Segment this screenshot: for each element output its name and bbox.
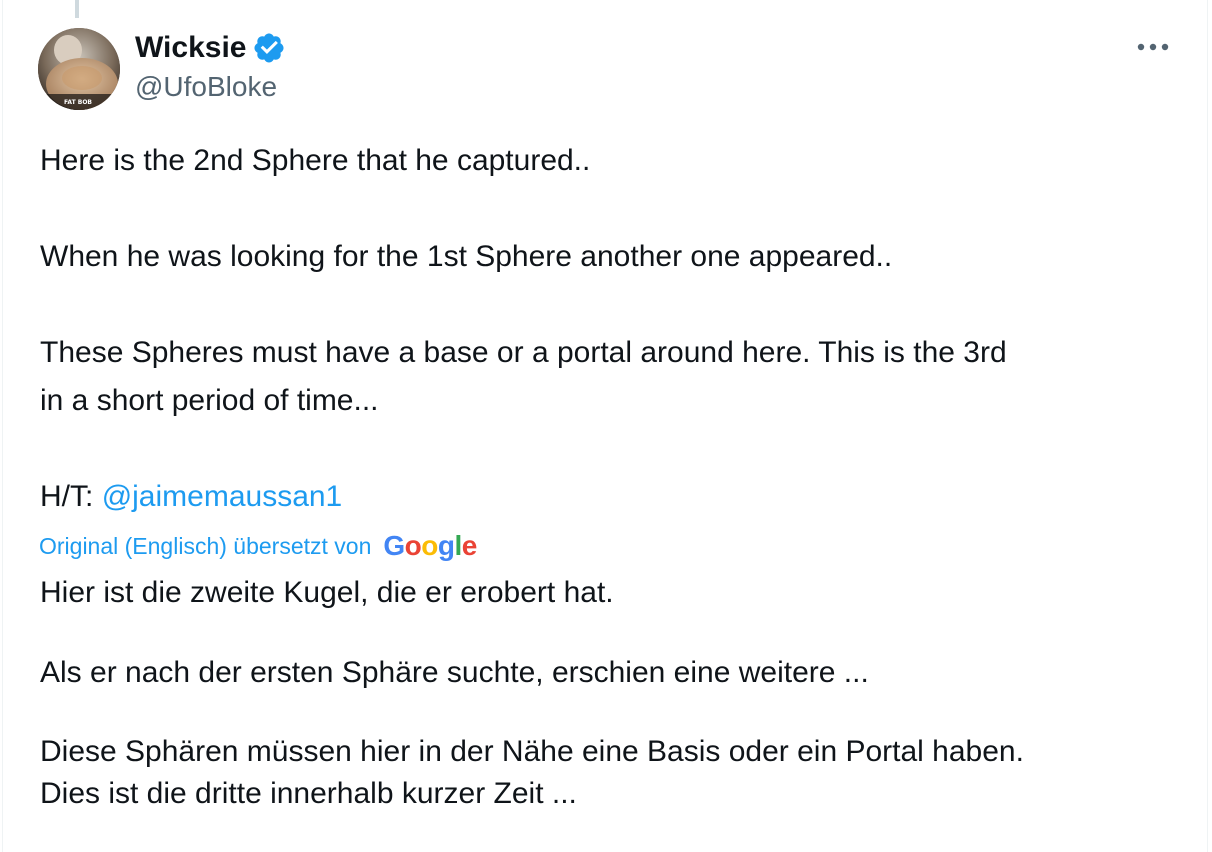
avatar-image: FAT BOB [38,28,120,110]
google-logo-letter: g [437,530,455,561]
translated-text-line: Diese Sphären müssen hier in der Nähe ei… [40,735,1024,768]
card-left-border [2,0,3,852]
hat-tip-line: H/T: @jaimemaussan1 [40,474,1180,520]
thread-connector-line [75,0,79,18]
google-logo-letter: o [404,530,422,561]
google-logo-letter: e [461,530,478,561]
tweet-text-line: Here is the 2nd Sphere that he captured.… [40,144,591,177]
google-logo: Google [383,530,478,562]
translated-text-line: Dies ist die dritte innerhalb kurzer Zei… [40,777,577,810]
card-right-border [1207,0,1208,852]
google-logo-letter: o [421,530,438,561]
mention-link[interactable]: @jaimemaussan1 [102,480,343,513]
translated-text-line: Hier ist die zweite Kugel, die er erober… [40,576,614,609]
verified-badge-icon[interactable] [252,31,286,65]
tweet-card: FAT BOB Wicksie @UfoBloke Here is the 2n… [0,0,1212,852]
author-display-name[interactable]: Wicksie [135,30,246,66]
translation-label[interactable]: Original (Englisch) übersetzt von [39,533,371,560]
translation-attribution[interactable]: Original (Englisch) übersetzt von Google [39,526,477,566]
google-logo-letter: G [383,530,405,561]
more-horizontal-icon[interactable] [1133,32,1173,62]
hat-tip-prefix: H/T: [40,480,94,513]
translated-text-line: Als er nach der ersten Sphäre suchte, er… [40,656,869,689]
tweet-text-line: in a short period of time... [40,384,379,417]
avatar-caption: FAT BOB [64,99,92,106]
author-handle[interactable]: @UfoBloke [135,70,277,104]
tweet-text-line: These Spheres must have a base or a port… [40,336,1007,369]
tweet-text-line: When he was looking for the 1st Sphere a… [40,240,893,273]
google-logo-letter: l [454,530,462,561]
avatar[interactable]: FAT BOB [38,28,120,110]
author-name-row[interactable]: Wicksie [135,30,286,66]
